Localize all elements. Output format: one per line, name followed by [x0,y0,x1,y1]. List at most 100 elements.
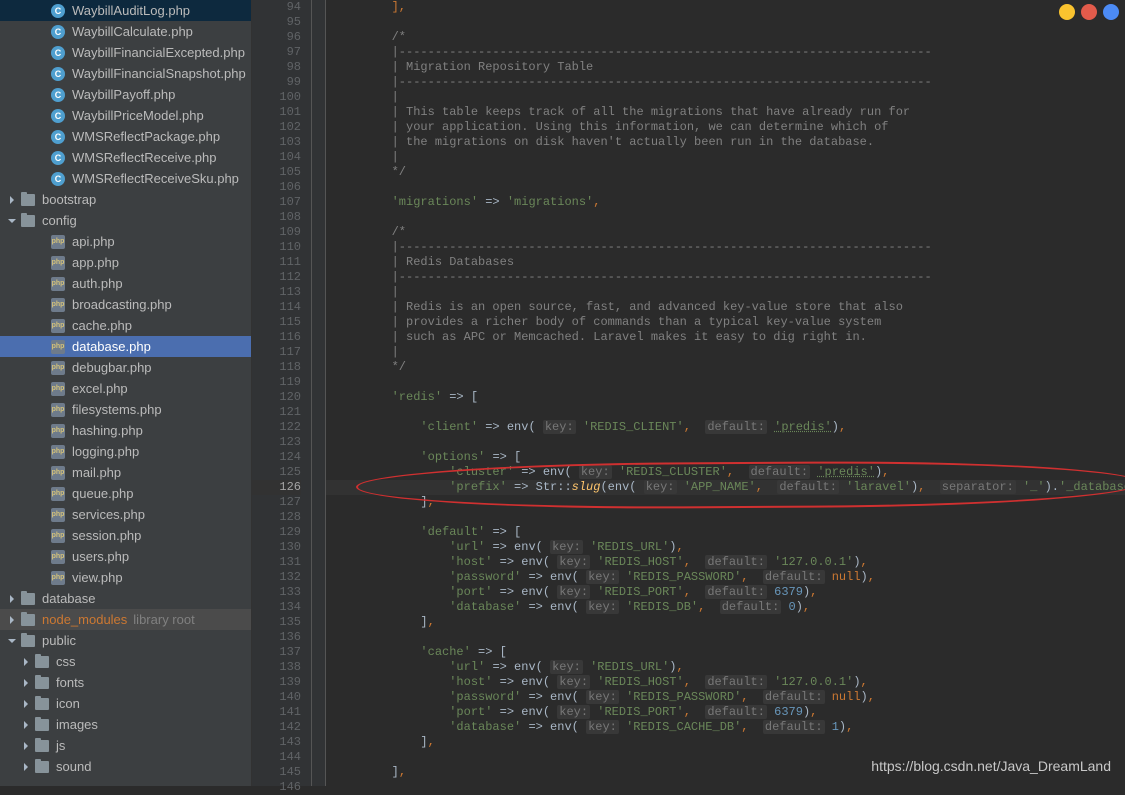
line-number[interactable]: 110 [252,240,301,255]
code-line[interactable]: 'database' => env( key: 'REDIS_CACHE_DB'… [326,720,1125,735]
code-line[interactable]: ], [326,615,1125,630]
code-line[interactable]: ], [326,0,1125,15]
expand-arrow-icon[interactable] [20,656,32,668]
line-number[interactable]: 106 [252,180,301,195]
code-line[interactable] [326,510,1125,525]
tree-file[interactable]: phpbroadcasting.php [0,294,251,315]
line-number[interactable]: 121 [252,405,301,420]
code-line[interactable]: | Migration Repository Table [326,60,1125,75]
tree-file[interactable]: CWaybillCalculate.php [0,21,251,42]
tree-folder[interactable]: config [0,210,251,231]
tree-file[interactable]: phpusers.php [0,546,251,567]
code-line[interactable] [326,15,1125,30]
line-number[interactable]: 111 [252,255,301,270]
expand-arrow-icon[interactable] [6,194,18,206]
tree-file[interactable]: CWaybillFinancialSnapshot.php [0,63,251,84]
code-line[interactable]: 'url' => env( key: 'REDIS_URL'), [326,660,1125,675]
code-line[interactable] [326,630,1125,645]
tree-file[interactable]: phplogging.php [0,441,251,462]
collapse-arrow-icon[interactable] [6,215,18,227]
tree-file[interactable]: phpapi.php [0,231,251,252]
fold-column[interactable] [312,0,326,786]
code-line[interactable]: |---------------------------------------… [326,45,1125,60]
code-line[interactable]: 'redis' => [ [326,390,1125,405]
code-line[interactable]: /* [326,30,1125,45]
line-number[interactable]: 124 [252,450,301,465]
code-line[interactable]: 'prefix' => Str::slug(env( key: 'APP_NAM… [326,480,1125,495]
code-line[interactable]: | provides a richer body of commands tha… [326,315,1125,330]
code-line[interactable]: | the migrations on disk haven't actuall… [326,135,1125,150]
expand-arrow-icon[interactable] [20,719,32,731]
code-line[interactable]: 'password' => env( key: 'REDIS_PASSWORD'… [326,570,1125,585]
line-number[interactable]: 103 [252,135,301,150]
line-number[interactable]: 108 [252,210,301,225]
tree-file[interactable]: phpqueue.php [0,483,251,504]
line-number[interactable]: 133 [252,585,301,600]
line-number[interactable]: 127 [252,495,301,510]
tree-file[interactable]: CWaybillPriceModel.php [0,105,251,126]
code-line[interactable]: 'cache' => [ [326,645,1125,660]
tree-file[interactable]: CWaybillPayoff.php [0,84,251,105]
code-line[interactable]: | [326,150,1125,165]
tree-file[interactable]: phpsession.php [0,525,251,546]
line-number[interactable]: 137 [252,645,301,660]
line-number[interactable]: 117 [252,345,301,360]
code-line[interactable]: 'options' => [ [326,450,1125,465]
tree-file[interactable]: phpview.php [0,567,251,588]
line-number[interactable]: 119 [252,375,301,390]
line-number[interactable]: 141 [252,705,301,720]
line-number[interactable]: 114 [252,300,301,315]
line-number[interactable]: 99 [252,75,301,90]
expand-arrow-icon[interactable] [6,614,18,626]
expand-arrow-icon[interactable] [20,740,32,752]
code-line[interactable] [326,375,1125,390]
line-number[interactable]: 134 [252,600,301,615]
code-line[interactable]: /* [326,225,1125,240]
code-line[interactable]: ], [326,735,1125,750]
code-line[interactable]: ], [326,495,1125,510]
line-number[interactable]: 120 [252,390,301,405]
line-number[interactable]: 95 [252,15,301,30]
line-number[interactable]: 135 [252,615,301,630]
expand-arrow-icon[interactable] [6,593,18,605]
line-number[interactable]: 98 [252,60,301,75]
tree-file[interactable]: phpdebugbar.php [0,357,251,378]
line-number[interactable]: 109 [252,225,301,240]
line-number[interactable]: 146 [252,780,301,795]
code-line[interactable]: |---------------------------------------… [326,75,1125,90]
code-line[interactable]: 'migrations' => 'migrations', [326,195,1125,210]
tree-file[interactable]: phpdatabase.php [0,336,251,357]
code-line[interactable]: | [326,285,1125,300]
code-line[interactable]: */ [326,360,1125,375]
line-number[interactable]: 112 [252,270,301,285]
code-line[interactable]: */ [326,165,1125,180]
code-line[interactable]: 'url' => env( key: 'REDIS_URL'), [326,540,1125,555]
code-line[interactable]: |---------------------------------------… [326,270,1125,285]
expand-arrow-icon[interactable] [20,698,32,710]
code-line[interactable]: | Redis is an open source, fast, and adv… [326,300,1125,315]
line-number[interactable]: 100 [252,90,301,105]
line-number[interactable]: 101 [252,105,301,120]
tree-file[interactable]: CWaybillAuditLog.php [0,0,251,21]
line-number[interactable]: 140 [252,690,301,705]
code-line[interactable]: | [326,345,1125,360]
tree-file[interactable]: phpfilesystems.php [0,399,251,420]
tree-folder[interactable]: bootstrap [0,189,251,210]
code-line[interactable]: | Redis Databases [326,255,1125,270]
line-number[interactable]: 143 [252,735,301,750]
tree-file[interactable]: phpmail.php [0,462,251,483]
tree-file[interactable]: phphashing.php [0,420,251,441]
line-number[interactable]: 104 [252,150,301,165]
line-number[interactable]: 144 [252,750,301,765]
line-number[interactable]: 96 [252,30,301,45]
collapse-arrow-icon[interactable] [6,635,18,647]
tree-file[interactable]: phpauth.php [0,273,251,294]
code-line[interactable] [326,405,1125,420]
line-number[interactable]: 94 [252,0,301,15]
tree-folder[interactable]: images [0,714,251,735]
code-line[interactable]: | This table keeps track of all the migr… [326,105,1125,120]
tree-file[interactable]: CWMSReflectReceiveSku.php [0,168,251,189]
line-number[interactable]: 118 [252,360,301,375]
line-number[interactable]: 145 [252,765,301,780]
line-number[interactable]: 129 [252,525,301,540]
